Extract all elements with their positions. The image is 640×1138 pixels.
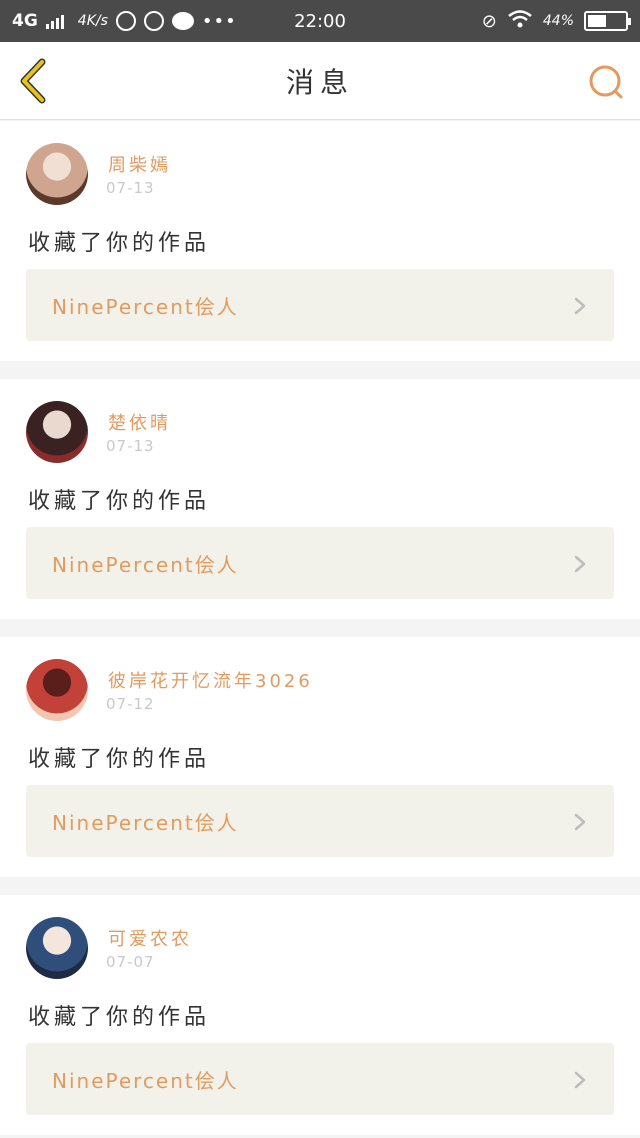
avatar[interactable]	[26, 917, 88, 979]
search-button[interactable]	[586, 62, 626, 102]
username[interactable]: 可爱农农	[108, 925, 192, 951]
avatar[interactable]	[26, 143, 88, 205]
message-list: 周柴嫣 07-13 收藏了你的作品 NinePercent侩人 楚依晴 07-1…	[0, 121, 640, 1138]
chevron-right-icon	[574, 813, 586, 831]
work-title: NinePercent侩人	[52, 294, 239, 319]
wifi-icon	[507, 9, 533, 34]
back-button[interactable]	[14, 58, 54, 104]
network-speed: 4K/s	[77, 13, 108, 29]
avatar[interactable]	[26, 401, 88, 463]
battery-text: 44%	[542, 13, 574, 29]
action-text: 收藏了你的作品	[28, 489, 211, 514]
message-card: 周柴嫣 07-13 收藏了你的作品 NinePercent侩人	[0, 121, 640, 361]
chevron-right-icon	[574, 297, 586, 315]
work-link[interactable]: NinePercent侩人	[26, 269, 614, 341]
message-card: 可爱农农 07-07 收藏了你的作品 NinePercent侩人	[0, 895, 640, 1135]
chevron-left-icon	[20, 58, 46, 104]
username[interactable]: 楚依晴	[108, 409, 171, 435]
work-title: NinePercent侩人	[52, 810, 239, 835]
battery-icon	[584, 11, 631, 31]
action-text: 收藏了你的作品	[28, 747, 211, 772]
message-card: 楚依晴 07-13 收藏了你的作品 NinePercent侩人	[0, 379, 640, 619]
message-date: 07-07	[106, 953, 155, 971]
action-text: 收藏了你的作品	[28, 1005, 211, 1030]
search-icon	[589, 65, 623, 99]
work-title: NinePercent侩人	[52, 552, 239, 577]
work-link[interactable]: NinePercent侩人	[26, 527, 614, 599]
page-title: 消息	[285, 65, 354, 99]
avatar[interactable]	[26, 659, 88, 721]
signal-icon	[45, 13, 64, 29]
message-date: 07-13	[106, 437, 155, 455]
chat-icon	[171, 12, 194, 30]
weibo-icon	[115, 11, 136, 31]
work-title: NinePercent侩人	[52, 1068, 239, 1093]
status-bar: 4G 4K/s ••• 22:00 ⊘ 44%	[0, 0, 640, 42]
mute-icon: ⊘	[481, 10, 497, 32]
message-card: 彼岸花开忆流年3026 07-12 收藏了你的作品 NinePercent侩人	[0, 637, 640, 877]
work-link[interactable]: NinePercent侩人	[26, 785, 614, 857]
message-date: 07-12	[106, 695, 155, 713]
header: 消息	[0, 42, 640, 120]
work-link[interactable]: NinePercent侩人	[26, 1043, 614, 1115]
username[interactable]: 周柴嫣	[108, 151, 171, 177]
qq-icon	[143, 11, 164, 31]
chevron-right-icon	[574, 1071, 586, 1089]
more-icon: •••	[201, 10, 237, 32]
message-date: 07-13	[106, 179, 155, 197]
chevron-right-icon	[574, 555, 586, 573]
action-text: 收藏了你的作品	[28, 231, 211, 256]
network-type: 4G	[12, 11, 38, 31]
username[interactable]: 彼岸花开忆流年3026	[108, 667, 313, 693]
